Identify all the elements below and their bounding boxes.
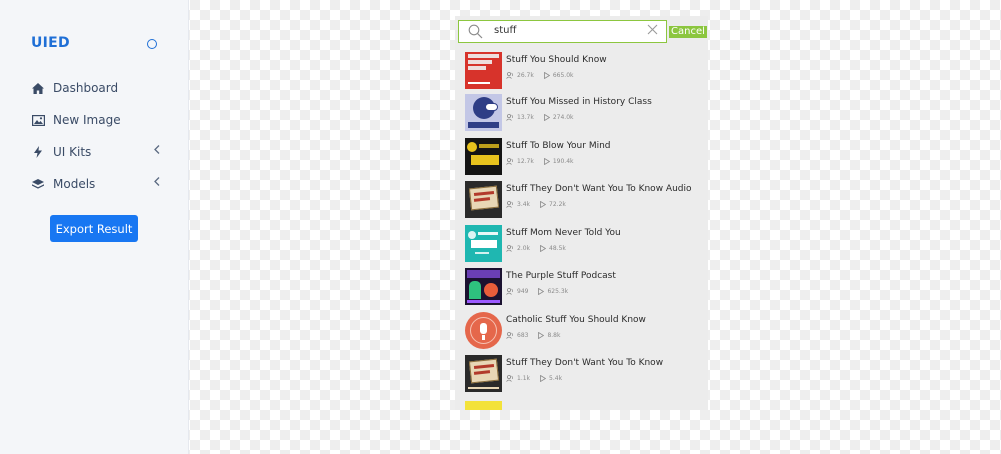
podcast-thumbnail	[465, 312, 502, 349]
chevron-left-icon	[154, 176, 160, 189]
result-title: Stuff They Don't Want You To Know	[506, 358, 664, 368]
result-stats: 12.7k 190.4k	[506, 158, 584, 165]
list-item[interactable]: Stuff Mom Never Told You 2.0k 48.5k	[465, 225, 700, 263]
subscribers-icon	[506, 245, 513, 252]
subscriber-count: 12.7k	[517, 158, 534, 165]
sidebar-item-label: UI Kits	[53, 145, 92, 159]
result-stats: 2.0k 48.5k	[506, 245, 576, 252]
subscriber-count: 26.7k	[517, 72, 534, 79]
play-icon	[540, 201, 547, 208]
search-icon	[468, 24, 483, 44]
subscriber-count: 1.1k	[517, 375, 531, 382]
search-input[interactable]: stuff	[458, 20, 667, 43]
play-count: 72.2k	[549, 201, 566, 208]
result-title: Stuff They Don't Want You To Know Audio	[506, 184, 692, 194]
subscribers-icon	[506, 288, 513, 295]
sidebar-item-label: Dashboard	[53, 81, 119, 95]
result-stats: 1.1k 5.4k	[506, 375, 572, 382]
play-icon	[543, 114, 550, 121]
list-item[interactable]: Stuff They Don't Want You To Know Audio …	[465, 181, 700, 219]
sidebar: UIED Dashboard New Image UI Kits Models …	[0, 0, 189, 454]
bolt-icon	[31, 145, 45, 159]
subscribers-icon	[506, 72, 513, 79]
subscriber-count: 949	[517, 288, 529, 295]
podcast-thumbnail	[465, 181, 502, 218]
list-item[interactable]: Catholic Stuff You Should Know 683 8.8k	[465, 312, 700, 350]
subscriber-count: 13.7k	[517, 114, 534, 121]
brand-logo[interactable]: UIED	[31, 35, 70, 51]
subscriber-count: 2.0k	[517, 245, 531, 252]
result-stats: 683 8.8k	[506, 332, 570, 339]
chevron-left-icon	[154, 144, 160, 157]
play-icon	[543, 158, 550, 165]
subscribers-icon	[506, 201, 513, 208]
subscriber-count: 683	[517, 332, 529, 339]
sidebar-item-label: New Image	[53, 113, 121, 127]
play-count: 665.0k	[552, 72, 574, 79]
result-title: Stuff You Should Know	[506, 55, 607, 65]
play-count: 5.4k	[549, 375, 563, 382]
result-title: Catholic Stuff You Should Know	[506, 315, 646, 325]
play-icon	[538, 288, 545, 295]
search-results-panel: stuff Cancel Stuff You Should Know 26.7k…	[455, 16, 708, 410]
result-stats: 26.7k 665.0k	[506, 72, 584, 79]
result-stats: 3.4k 72.2k	[506, 201, 576, 208]
list-item[interactable]	[465, 401, 700, 410]
play-count: 274.0k	[552, 114, 574, 121]
home-icon	[31, 81, 45, 95]
sidebar-item-ui-kits[interactable]: UI Kits	[31, 143, 166, 161]
play-icon	[540, 245, 547, 252]
list-item[interactable]: Stuff To Blow Your Mind 12.7k 190.4k	[465, 138, 700, 176]
subscribers-icon	[506, 114, 513, 121]
podcast-thumbnail	[465, 401, 502, 410]
search-query[interactable]: stuff	[494, 25, 516, 36]
subscribers-icon	[506, 332, 513, 339]
subscribers-icon	[506, 158, 513, 165]
list-item[interactable]: The Purple Stuff Podcast 949 625.3k	[465, 268, 700, 306]
sidebar-item-dashboard[interactable]: Dashboard	[31, 79, 166, 97]
list-item[interactable]: Stuff You Should Know 26.7k 665.0k	[465, 52, 700, 90]
sidebar-item-label: Models	[53, 177, 96, 191]
image-icon	[31, 113, 45, 127]
list-item[interactable]: Stuff They Don't Want You To Know 1.1k 5…	[465, 355, 700, 393]
play-count: 190.4k	[552, 158, 574, 165]
result-title: Stuff To Blow Your Mind	[506, 141, 611, 151]
export-result-button[interactable]: Export Result	[50, 215, 138, 242]
play-icon	[540, 375, 547, 382]
result-title: The Purple Stuff Podcast	[506, 271, 616, 281]
play-count: 48.5k	[549, 245, 566, 252]
subscriber-count: 3.4k	[517, 201, 531, 208]
podcast-thumbnail	[465, 355, 502, 392]
subscribers-icon	[506, 375, 513, 382]
play-icon	[543, 72, 550, 79]
result-title: Stuff You Missed in History Class	[506, 97, 652, 107]
list-item[interactable]: Stuff You Missed in History Class 13.7k …	[465, 94, 700, 132]
result-stats: 13.7k 274.0k	[506, 114, 584, 121]
podcast-thumbnail	[465, 268, 502, 305]
play-icon	[538, 332, 545, 339]
podcast-thumbnail	[465, 94, 502, 131]
podcast-thumbnail	[465, 52, 502, 89]
layers-icon	[31, 177, 45, 191]
sidebar-item-new-image[interactable]: New Image	[31, 111, 166, 129]
result-stats: 949 625.3k	[506, 288, 578, 295]
result-title: Stuff Mom Never Told You	[506, 228, 621, 238]
cancel-button[interactable]: Cancel	[669, 26, 707, 38]
clear-icon[interactable]	[647, 24, 658, 38]
podcast-thumbnail	[465, 138, 502, 175]
play-count: 8.8k	[547, 332, 561, 339]
sidebar-item-models[interactable]: Models	[31, 175, 166, 193]
play-count: 625.3k	[547, 288, 569, 295]
podcast-thumbnail	[465, 225, 502, 262]
sidebar-toggle-icon[interactable]	[147, 39, 157, 49]
